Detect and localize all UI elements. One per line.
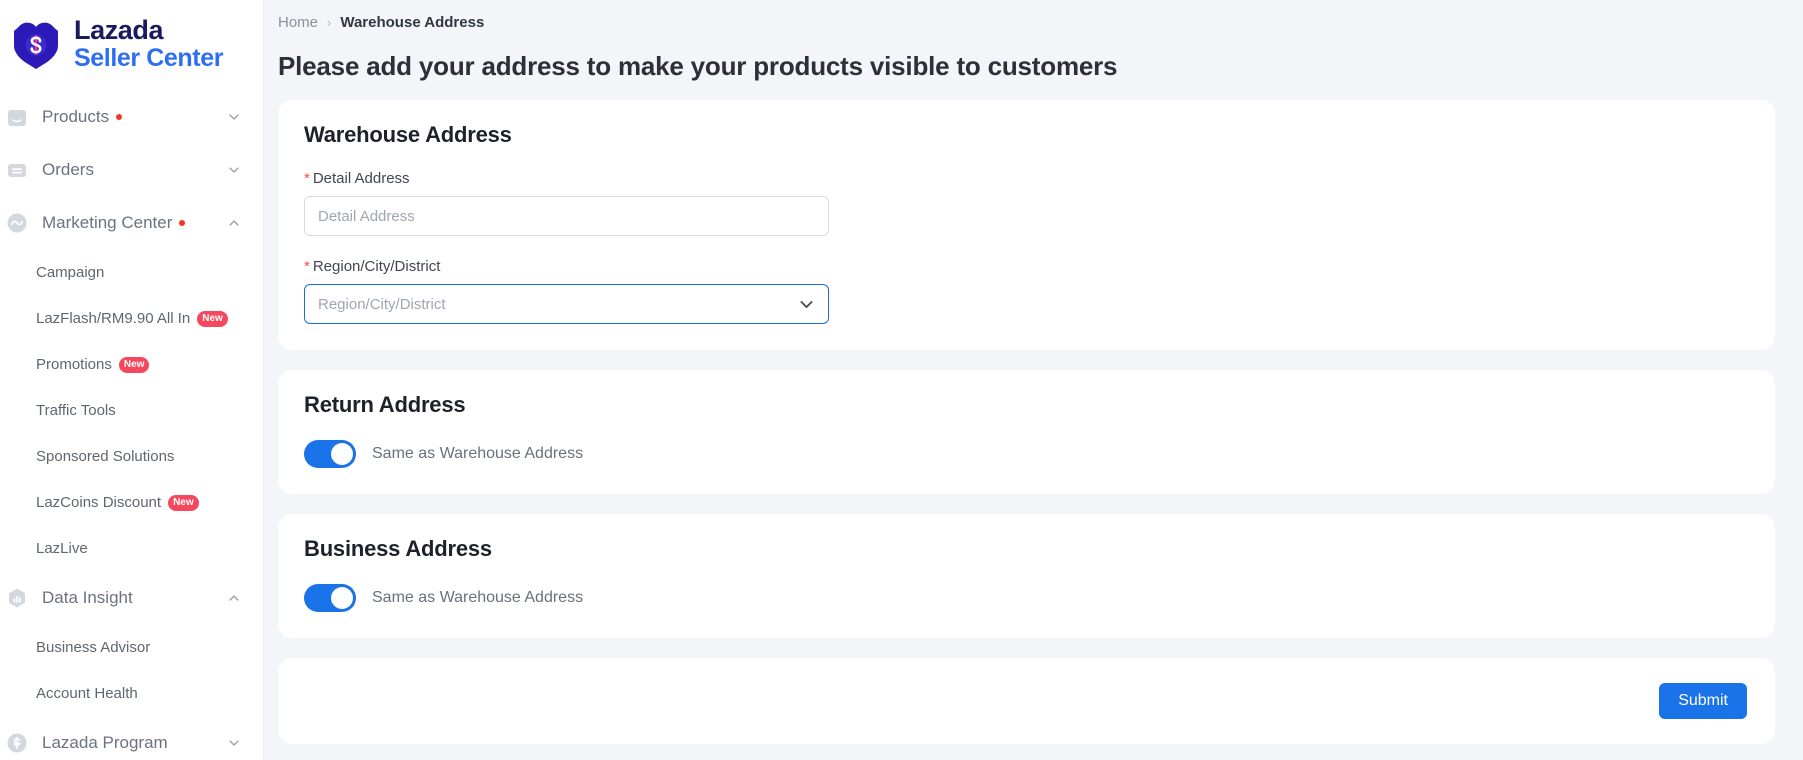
notification-dot [179, 220, 185, 226]
sidebar-item-lazada-program[interactable]: Lazada Program [0, 716, 263, 760]
chevron-right-icon: › [327, 15, 331, 30]
sidebar-item-marketing-center[interactable]: Marketing Center [0, 196, 263, 249]
sidebar-item-business-advisor-label: Business Advisor [36, 639, 150, 656]
sidebar-nav: Products Orders [0, 86, 263, 760]
sidebar-item-promotions[interactable]: Promotions New [0, 341, 263, 387]
submit-button[interactable]: Submit [1659, 683, 1747, 719]
sidebar-item-account-health[interactable]: Account Health [0, 670, 263, 716]
breadcrumb-home-link[interactable]: Home [278, 14, 318, 31]
toggle-knob [331, 443, 353, 465]
sidebar-item-data-insight[interactable]: Data Insight [0, 571, 263, 624]
sidebar-item-traffic-tools-label: Traffic Tools [36, 402, 116, 419]
sidebar-item-traffic-tools[interactable]: Traffic Tools [0, 387, 263, 433]
lazada-heart-dollar-logo-icon [10, 18, 62, 70]
new-badge: New [197, 311, 228, 327]
sidebar-item-lazada-program-label: Lazada Program [42, 733, 227, 753]
wave-circle-icon [4, 210, 30, 236]
return-address-title: Return Address [304, 392, 1749, 418]
chevron-down-icon[interactable] [798, 296, 815, 313]
sidebar-item-lazlive-label: LazLive [36, 540, 88, 557]
sidebar-item-lazcoins-discount-label: LazCoins Discount [36, 494, 161, 511]
app-root: Lazada Seller Center Products [0, 0, 1803, 760]
sidebar-item-sponsored-solutions[interactable]: Sponsored Solutions [0, 433, 263, 479]
breadcrumb: Home › Warehouse Address [278, 0, 1775, 31]
sidebar-item-orders-label: Orders [42, 160, 227, 180]
sidebar-item-lazflash-label: LazFlash/RM9.90 All In [36, 310, 190, 327]
brand-name-line1: Lazada [74, 16, 223, 45]
chevron-up-icon[interactable] [227, 216, 241, 230]
sidebar-item-promotions-label: Promotions [36, 356, 112, 373]
brand-logo[interactable]: Lazada Seller Center [0, 0, 263, 86]
chevron-down-icon[interactable] [227, 163, 241, 177]
notification-dot [116, 114, 122, 120]
detail-address-label: *Detail Address [304, 170, 1749, 187]
required-asterisk: * [304, 258, 310, 275]
required-asterisk: * [304, 170, 310, 187]
sidebar-item-marketing-center-label: Marketing Center [42, 213, 227, 233]
region-city-district-label: *Region/City/District [304, 258, 1749, 275]
detail-address-field: *Detail Address Detail Address [304, 170, 1749, 236]
breadcrumb-current: Warehouse Address [340, 14, 484, 31]
page-title: Please add your address to make your pro… [278, 31, 1775, 100]
business-address-toggle[interactable] [304, 584, 356, 612]
form-footer: Submit [278, 658, 1775, 744]
return-address-toggle-label: Same as Warehouse Address [372, 445, 583, 463]
region-city-district-placeholder: Region/City/District [318, 296, 798, 313]
sidebar-item-lazcoins-discount[interactable]: LazCoins Discount New [0, 479, 263, 525]
dollar-circle-icon [4, 730, 30, 756]
chevron-up-icon[interactable] [227, 591, 241, 605]
region-city-district-field: *Region/City/District Region/City/Distri… [304, 258, 1749, 324]
brand-name: Lazada Seller Center [74, 16, 223, 71]
new-badge: New [168, 495, 199, 511]
sidebar: Lazada Seller Center Products [0, 0, 264, 760]
main-content: Home › Warehouse Address Please add your… [264, 0, 1803, 760]
chevron-down-icon[interactable] [227, 110, 241, 124]
warehouse-address-title: Warehouse Address [304, 122, 1749, 148]
toggle-knob [331, 587, 353, 609]
sidebar-item-lazflash[interactable]: LazFlash/RM9.90 All In New [0, 295, 263, 341]
sidebar-item-products[interactable]: Products [0, 90, 263, 143]
brand-name-line2: Seller Center [74, 45, 223, 72]
chevron-down-icon[interactable] [227, 736, 241, 750]
sidebar-item-campaign-label: Campaign [36, 264, 104, 281]
new-badge: New [119, 357, 150, 373]
detail-address-placeholder: Detail Address [318, 208, 815, 225]
business-address-title: Business Address [304, 536, 1749, 562]
region-city-district-select[interactable]: Region/City/District [304, 284, 829, 324]
sidebar-item-orders[interactable]: Orders [0, 143, 263, 196]
business-address-toggle-row: Same as Warehouse Address [304, 584, 1749, 612]
sidebar-item-account-health-label: Account Health [36, 685, 138, 702]
sidebar-item-campaign[interactable]: Campaign [0, 249, 263, 295]
sidebar-item-products-label: Products [42, 107, 227, 127]
sidebar-item-lazlive[interactable]: LazLive [0, 525, 263, 571]
bag-icon [4, 104, 30, 130]
return-address-toggle-row: Same as Warehouse Address [304, 440, 1749, 468]
sidebar-item-business-advisor[interactable]: Business Advisor [0, 624, 263, 670]
warehouse-address-card: Warehouse Address *Detail Address Detail… [278, 100, 1775, 350]
list-icon [4, 157, 30, 183]
return-address-toggle[interactable] [304, 440, 356, 468]
return-address-card: Return Address Same as Warehouse Address [278, 370, 1775, 494]
sidebar-item-data-insight-label: Data Insight [42, 588, 227, 608]
business-address-card: Business Address Same as Warehouse Addre… [278, 514, 1775, 638]
sidebar-item-sponsored-solutions-label: Sponsored Solutions [36, 448, 174, 465]
detail-address-input[interactable]: Detail Address [304, 196, 829, 236]
hex-chart-icon [4, 585, 30, 611]
business-address-toggle-label: Same as Warehouse Address [372, 589, 583, 607]
